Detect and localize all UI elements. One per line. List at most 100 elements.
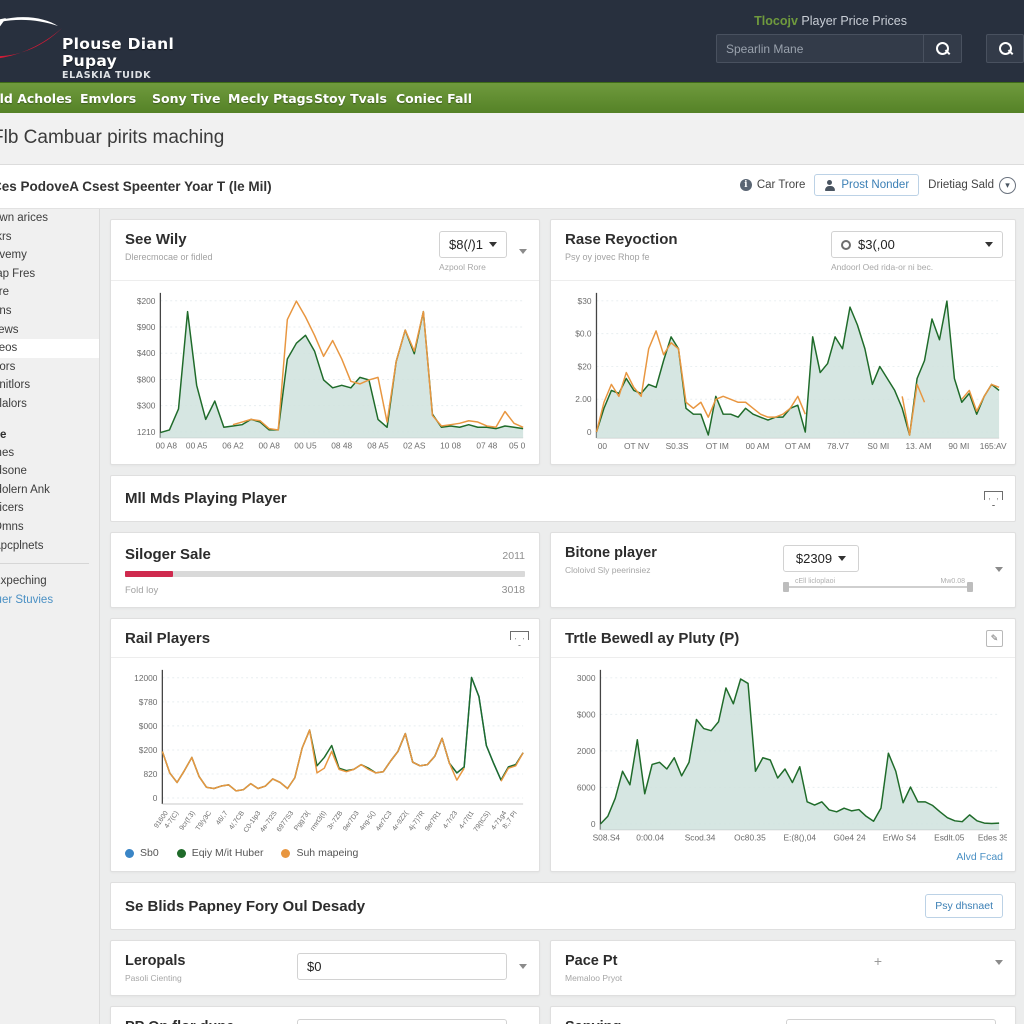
nav-item-5[interactable]: Coniec Fall	[396, 91, 472, 106]
bitone-select-wrap: $2309 cEll licloplaoi Mw0.08	[783, 544, 983, 594]
card-rail-players: Rail Players 12000 $780 $000 $200 820 0 91600 4…	[110, 617, 540, 873]
sidebar-item-9[interactable]: onitlors	[0, 376, 99, 395]
svg-text:OT NV: OT NV	[624, 441, 650, 451]
card-menu-chevron-down-icon[interactable]	[519, 249, 527, 254]
nav-item-0[interactable]: Rld Acholes	[0, 91, 72, 106]
bitone-slider[interactable]: cEll licloplaoi Mw0.08	[783, 578, 983, 594]
prost-nonder-label: Prost Nonder	[841, 179, 910, 191]
mini-row-2: PP On flor duneAbriatp gzw. $.6,0/)10gr *…	[110, 1006, 1016, 1024]
svg-text:$000: $000	[577, 709, 596, 719]
mini-select-2[interactable]: $.6,0/)1	[297, 1019, 507, 1024]
nav-item-2[interactable]: Sony Tive	[152, 91, 220, 106]
chart2-svg: $30$0.0$202.00000 OT NV S0.3S OT IM 00 AM OT …	[575, 292, 1007, 451]
svg-text:13. AM: 13. AM	[906, 441, 932, 451]
chart1-select-wrap: $8(/)1 Azpool Rore	[439, 231, 507, 272]
svg-text:OT IM: OT IM	[706, 441, 729, 451]
page-subtitle: Ces PodoveA Csest Speenter Yoar T (le Mi…	[0, 179, 272, 194]
svg-text:ErWo S4: ErWo S4	[883, 832, 917, 842]
card-rase-reyoction: Rase Reyoction Psy oy jovec Rhop fe $3(,…	[550, 219, 1016, 465]
sidebar-item2-0[interactable]: ines	[0, 444, 99, 463]
mini-controls: +	[773, 953, 1003, 971]
chart2-select[interactable]: $3(,00	[831, 231, 1003, 258]
search-button[interactable]	[923, 35, 961, 62]
sidebar-item-4[interactable]: itre	[0, 283, 99, 302]
search-input[interactable]	[717, 35, 923, 62]
nav-item-4[interactable]: Stoy Tvals	[314, 91, 387, 106]
mini-title-block: PP On flor duneAbriatp gzw.	[125, 1019, 234, 1024]
svg-text:S0.3S: S0.3S	[666, 441, 689, 451]
chart2-plot[interactable]: $30 $0.0 $20 2.00 0 00 OT NV S0.3S OT IM 00 AM OT …	[551, 281, 1015, 464]
secondary-search-button[interactable]	[986, 34, 1024, 63]
card-sanying: SanyingPieos hvugets gunda jiellojsid; j…	[550, 1006, 1016, 1024]
svg-text:1210: 1210	[137, 427, 156, 437]
edit-icon[interactable]: ✎	[986, 629, 1003, 647]
chart4-plot[interactable]: 3000 $000 2000 6000 0 S08.S4 0:00.04 Scod.34 Oc8…	[551, 658, 1015, 852]
svg-text:$300: $300	[137, 401, 156, 411]
bitone-menu-chevron-down-icon[interactable]	[995, 566, 1003, 572]
search-icon	[998, 42, 1012, 55]
funnel-icon[interactable]	[984, 490, 1003, 506]
sidebar-item-5[interactable]: ons	[0, 302, 99, 321]
mini-control-wrap: $0	[297, 953, 507, 981]
slider-knob-left[interactable]	[783, 581, 789, 592]
mini-menu-chevron-down-icon[interactable]	[995, 959, 1003, 965]
chart1-plot[interactable]: $200 $900 $400 $800 $300 1210 00 A8 00 A5 06 A2 0…	[111, 281, 539, 464]
bitone-select-value: $2309	[795, 550, 833, 566]
flag-icon[interactable]	[510, 630, 529, 646]
chart1-select[interactable]: $8(/)1	[439, 231, 507, 258]
logo[interactable]: Plouse Dianl Pupay ELASKIA TUIDK ELAKION	[0, 8, 186, 81]
progress-top: Siloger Sale 2011	[125, 546, 525, 563]
sidebar-footer-link[interactable]: luer Stuvies	[0, 591, 99, 609]
bottom-banner-button[interactable]: Psy dhsnaet	[925, 894, 1003, 919]
legend-item-1[interactable]: Eqiy M/it Huber	[176, 847, 263, 859]
sidebar-item-10[interactable]: olalors	[0, 395, 99, 414]
legend-item-2[interactable]: Suh mapeing	[281, 847, 358, 859]
svg-text:$780: $780	[139, 696, 158, 706]
gear-icon	[841, 239, 851, 250]
sidebar-item-8[interactable]: dors	[0, 358, 99, 377]
legend-dot	[281, 848, 291, 858]
sidebar-item-1[interactable]: tkrs	[0, 228, 99, 247]
legend-dot	[176, 848, 186, 858]
card-bitone-player: Bitone player Cloloivd Sly peerinsiez $2…	[550, 531, 1016, 608]
svg-text:0: 0	[587, 427, 592, 437]
drift-action[interactable]: Drietiag Sald ▾	[928, 176, 1016, 194]
mini-select-3[interactable]: $ S.387,00	[785, 1019, 996, 1024]
logo-subtitle: ELASKIA TUIDK ELAKION	[62, 70, 152, 81]
slider-label-left: cEll licloplaoi	[795, 577, 836, 585]
plus-icon[interactable]: +	[874, 953, 882, 969]
svg-text:00 AM: 00 AM	[746, 441, 770, 451]
sidebar-item2-1[interactable]: idsone	[0, 462, 99, 481]
charts-row-2: Rail Players 12000 $780 $000 $200 820 0 91600 4…	[110, 617, 1016, 873]
sidebar-item-6[interactable]: liews	[0, 321, 99, 340]
svg-text:07 48: 07 48	[476, 441, 497, 451]
progress-bar-fill	[125, 570, 173, 577]
info-action[interactable]: i Car Trore	[739, 179, 805, 191]
sidebar-group-heading: ge	[0, 428, 7, 441]
mini-menu-chevron-down-icon[interactable]	[519, 964, 527, 970]
prost-nonder-button[interactable]: Prost Nonder	[814, 174, 920, 196]
sidebar-item-3[interactable]: tap Fres	[0, 265, 99, 284]
sidebar-item2-3[interactable]: oicers	[0, 499, 99, 518]
sidebar-item-2[interactable]: evemy	[0, 246, 99, 265]
chevron-down-circle-icon[interactable]: ▾	[999, 176, 1016, 194]
chart3-plot[interactable]: 12000 $780 $000 $200 820 0 91600 4-7(C) 9cr(f.3)…	[111, 658, 539, 843]
sidebar-item2-4[interactable]: Omns	[0, 518, 99, 537]
mini-title-block: SanyingPieos hvugets gunda jiellojsid; j…	[565, 1019, 786, 1024]
chart4-footer-link[interactable]: Alvd Fcad	[551, 851, 1015, 871]
bitone-select[interactable]: $2309	[783, 544, 859, 572]
progress-title: Siloger Sale	[125, 545, 211, 563]
slider-knob-right[interactable]	[967, 581, 973, 592]
nav-item-1[interactable]: Emvlors	[80, 91, 136, 106]
svg-text:S0 MI: S0 MI	[867, 441, 889, 451]
sidebar-item2-5[interactable]: Apcplnets	[0, 537, 99, 556]
sidebar-item-7[interactable]: ceos	[0, 339, 99, 358]
legend-item-0[interactable]: Sb0	[125, 847, 159, 859]
nav-item-3[interactable]: Mecly Ptags	[228, 91, 313, 106]
sidebar-item2-2[interactable]: ldolern Ank	[0, 481, 99, 500]
sidebar: own aricestkrsevemytap Fresitreonsliewsc…	[0, 209, 100, 1024]
mini-select-0[interactable]: $0	[297, 953, 507, 981]
search-bar	[716, 34, 962, 63]
sidebar-item-0[interactable]: own arices	[0, 209, 99, 228]
charts-row-1: See Wily Dlerecmocae or fidled $8(/)1 Az…	[110, 219, 1016, 465]
